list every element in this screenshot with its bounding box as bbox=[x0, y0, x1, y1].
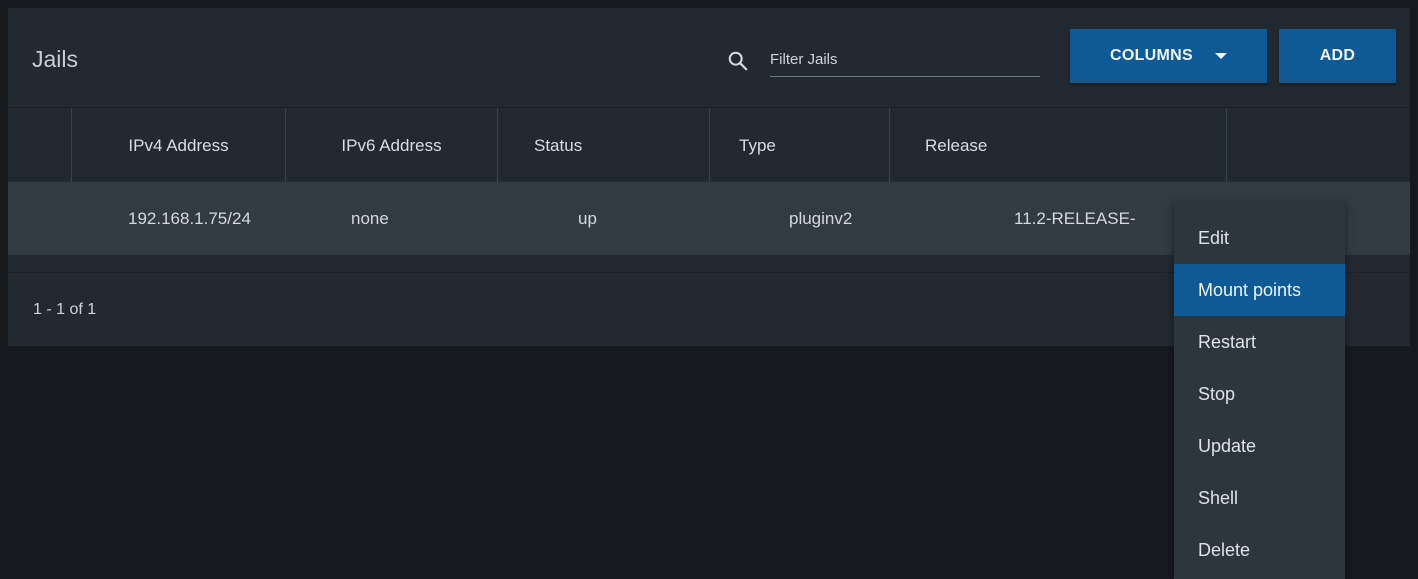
page-title: Jails bbox=[32, 46, 79, 72]
column-header-actions bbox=[1226, 108, 1410, 183]
menu-item-delete[interactable]: Delete bbox=[1174, 524, 1345, 576]
column-header-ipv6[interactable]: IPv6 Address bbox=[285, 108, 497, 183]
columns-button[interactable]: COLUMNS bbox=[1070, 29, 1267, 83]
menu-item-update[interactable]: Update bbox=[1174, 420, 1345, 472]
card-header: Jails COLUMNS ADD bbox=[8, 8, 1410, 107]
column-header-ipv4[interactable]: IPv4 Address bbox=[71, 108, 285, 183]
columns-button-label: COLUMNS bbox=[1110, 47, 1193, 64]
menu-item-mount-points[interactable]: Mount points bbox=[1174, 264, 1345, 316]
cell-ipv4: 192.168.1.75/24 bbox=[128, 208, 251, 228]
add-button-label: ADD bbox=[1319, 47, 1356, 64]
column-header-label: Type bbox=[739, 135, 776, 155]
search-icon bbox=[728, 51, 748, 71]
column-header-label: IPv6 Address bbox=[341, 135, 442, 155]
column-header-label: Release bbox=[925, 135, 988, 155]
column-header-release[interactable]: Release bbox=[889, 108, 1226, 183]
cell-type: pluginv2 bbox=[789, 208, 853, 228]
column-header-status[interactable]: Status bbox=[497, 108, 709, 183]
search-input[interactable] bbox=[770, 48, 1040, 70]
app-frame: Jails COLUMNS ADD IPv4 Address IPv6 Addr bbox=[8, 8, 1410, 579]
pagination-range: 1 - 1 of 1 bbox=[33, 301, 97, 318]
menu-item-stop[interactable]: Stop bbox=[1174, 368, 1345, 420]
row-actions-menu: Edit Mount points Restart Stop Update Sh… bbox=[1174, 201, 1345, 579]
cell-release: 11.2-RELEASE- bbox=[1014, 208, 1136, 228]
menu-item-shell[interactable]: Shell bbox=[1174, 472, 1345, 524]
column-header-type[interactable]: Type bbox=[709, 108, 889, 183]
column-header-label: Status bbox=[534, 135, 583, 155]
add-button[interactable]: ADD bbox=[1279, 29, 1396, 83]
menu-item-edit[interactable]: Edit bbox=[1174, 212, 1345, 264]
cell-ipv6: none bbox=[351, 208, 389, 228]
column-header-label: IPv4 Address bbox=[128, 135, 229, 155]
search-field bbox=[770, 48, 1040, 77]
menu-item-restart[interactable]: Restart bbox=[1174, 316, 1345, 368]
cell-status: up bbox=[578, 208, 597, 228]
table-header: IPv4 Address IPv6 Address Status Type Re… bbox=[8, 107, 1410, 183]
caret-down-icon bbox=[1214, 53, 1227, 59]
